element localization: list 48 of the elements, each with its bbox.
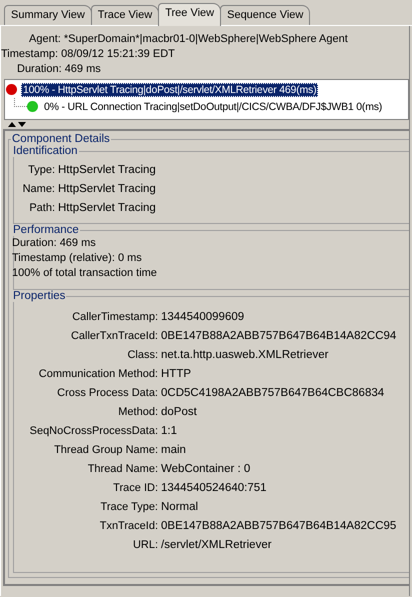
property-value: 0BE147B88A2ABB757B647B64B14A82CC95 xyxy=(161,519,398,533)
property-value: 1344540099609 xyxy=(161,310,246,324)
field-label: Path: xyxy=(28,201,56,215)
property-label: Communication Method: xyxy=(38,367,159,381)
view-tab[interactable]: Tree View xyxy=(158,3,222,26)
tree-item[interactable]: 0% - URL Connection Tracing|setDoOutput|/CICS/CWBA/DFJ$JWB1 0(ms) xyxy=(42,100,384,114)
timestamp-text: Timestamp: 08/09/12 15:21:39 EDT xyxy=(1,47,176,62)
property-value: /servlet/XMLRetriever xyxy=(161,538,273,552)
duration-text: Duration: 469 ms xyxy=(16,62,102,77)
field-value: HttpServlet Tracing xyxy=(58,163,157,177)
field-value: HttpServlet Tracing xyxy=(58,182,157,196)
property-label: Class: xyxy=(126,348,159,362)
section-title: Component Details xyxy=(11,133,111,145)
field-label: Name: xyxy=(22,182,56,196)
property-label: Cross Process Data: xyxy=(56,386,159,400)
property-label: URL: xyxy=(132,538,159,552)
section-title: Identification xyxy=(12,145,79,157)
property-label: TxnTraceId: xyxy=(98,519,159,533)
property-value: 0BE147B88A2ABB757B647B64B14A82CC94 xyxy=(161,329,398,343)
property-label: Trace ID: xyxy=(112,481,159,495)
property-label: SeqNoCrossProcessData: xyxy=(28,424,159,438)
section-title: Performance xyxy=(12,224,80,236)
agent-text: Agent: *SuperDomain*|macbr01-0|WebSphere|WebSphere Agent xyxy=(28,32,349,47)
section-title: Properties xyxy=(12,290,66,302)
property-label: Method: xyxy=(117,405,159,419)
property-label: CallerTimestamp: xyxy=(71,310,159,324)
property-label: Thread Name: xyxy=(86,462,159,476)
view-tab[interactable]: Sequence View xyxy=(220,5,310,25)
tree-item[interactable]: 100% - HttpServlet Tracing|doPost|/servlet/XMLRetriever 469(ms) xyxy=(21,82,318,96)
property-value: 0CD5C4198A2ABB757B647B64CBC86834 xyxy=(161,386,386,400)
view-tab[interactable]: Summary View xyxy=(4,5,92,25)
property-value: 1:1 xyxy=(161,424,178,438)
property-value: Normal xyxy=(161,500,200,514)
performance-text: Duration: 469 ms xyxy=(12,236,97,251)
field-value: HttpServlet Tracing xyxy=(58,201,157,215)
property-value: net.ta.http.uasweb.XMLRetriever xyxy=(161,348,330,362)
splitter-arrows-icon[interactable] xyxy=(7,121,27,128)
property-value: WebContainer : 0 xyxy=(161,462,252,476)
property-value: doPost xyxy=(161,405,198,419)
property-label: Trace Type: xyxy=(100,500,159,514)
property-value: HTTP xyxy=(161,367,192,381)
field-label: Type: xyxy=(27,163,56,177)
property-label: CallerTxnTraceId: xyxy=(70,329,159,343)
performance-text: Timestamp (relative): 0 ms xyxy=(12,251,143,266)
performance-text: 100% of total transaction time xyxy=(12,266,158,281)
property-value: main xyxy=(161,443,187,457)
property-value: 1344540524640:751 xyxy=(161,481,268,495)
property-label: Thread Group Name: xyxy=(53,443,159,457)
